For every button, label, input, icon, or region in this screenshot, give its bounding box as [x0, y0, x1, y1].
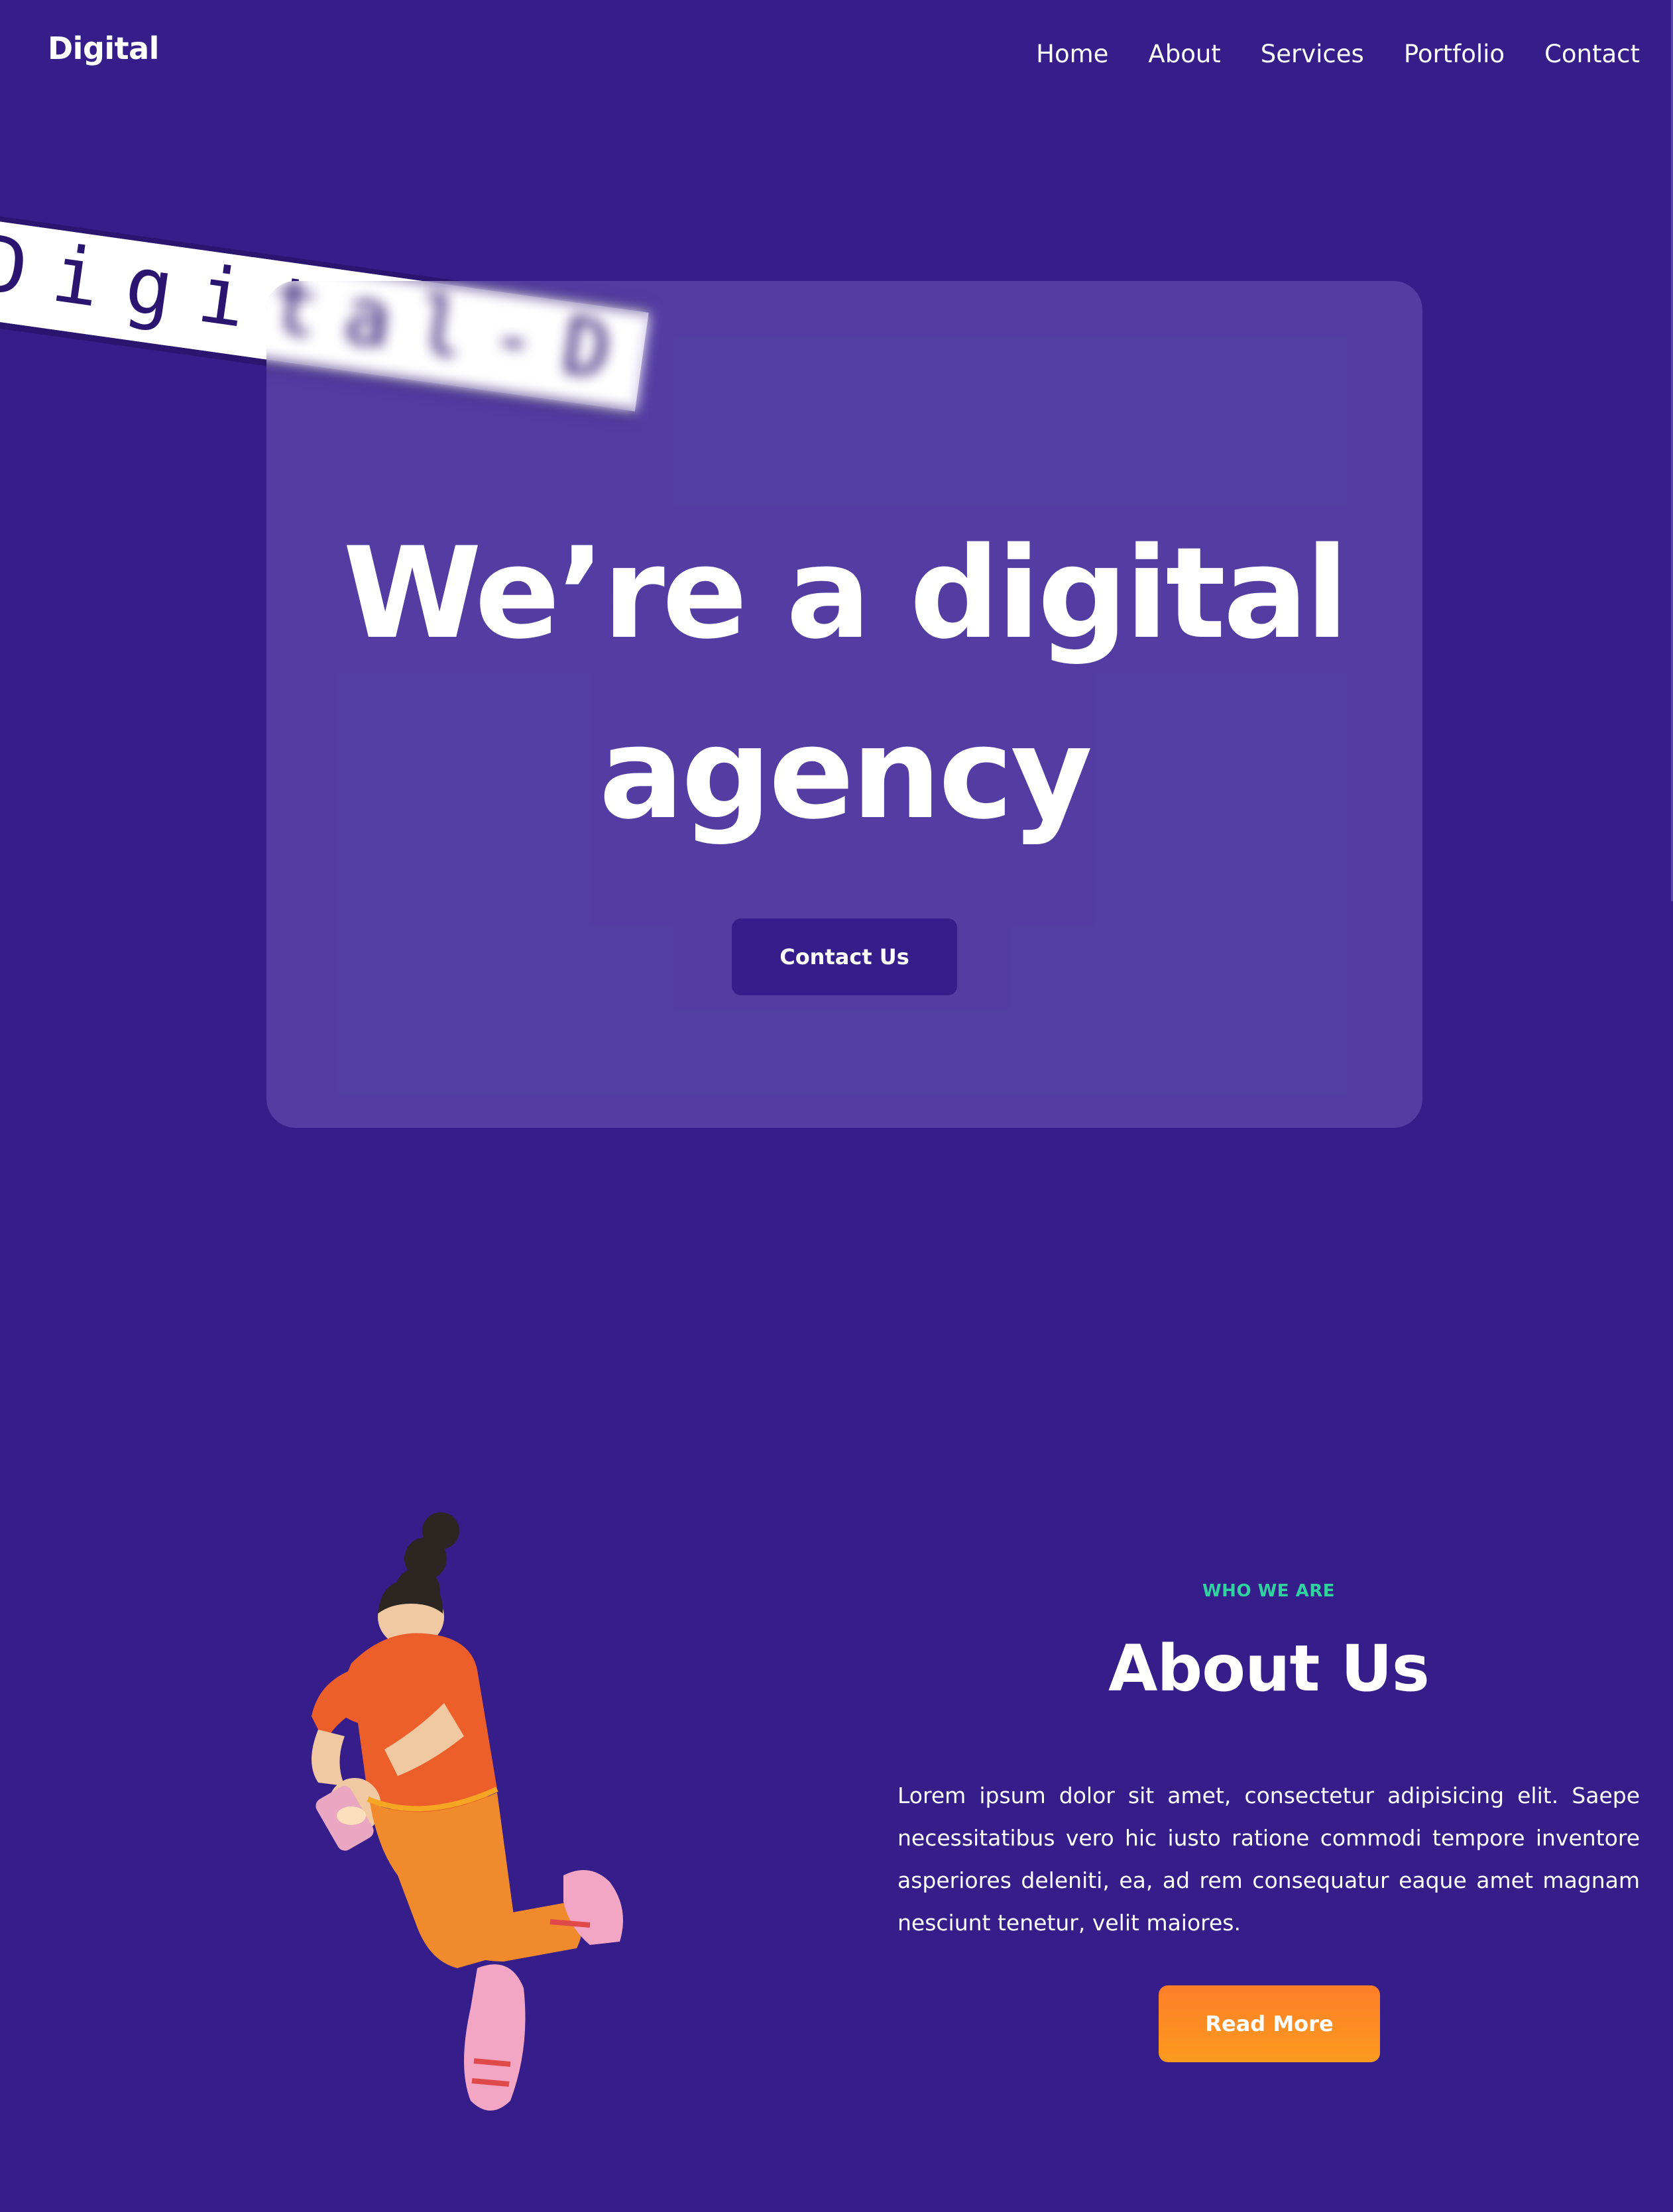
- main-nav: Home About Services Portfolio Contact: [1036, 40, 1640, 68]
- nav-services[interactable]: Services: [1261, 40, 1364, 68]
- contact-us-button[interactable]: Contact Us: [732, 918, 957, 995]
- hero-title-line-1: We’re a digital: [343, 520, 1348, 667]
- about-body: Lorem ipsum dolor sit amet, consectetur …: [897, 1783, 1640, 1936]
- logo[interactable]: Digital: [48, 30, 159, 66]
- nav-contact[interactable]: Contact: [1544, 40, 1640, 68]
- nav-about[interactable]: About: [1148, 40, 1220, 68]
- about-title: About Us: [1108, 1631, 1430, 1706]
- hero-title: We’re a digital agency: [266, 504, 1422, 864]
- about-eyebrow: WHO WE ARE: [1202, 1581, 1335, 1601]
- read-more-button[interactable]: Read More: [1159, 1985, 1380, 2062]
- nav-home[interactable]: Home: [1036, 40, 1108, 68]
- woman-with-phone-illustration: [312, 1512, 623, 2111]
- hero-title-line-2: agency: [599, 700, 1093, 847]
- nav-portfolio[interactable]: Portfolio: [1404, 40, 1505, 68]
